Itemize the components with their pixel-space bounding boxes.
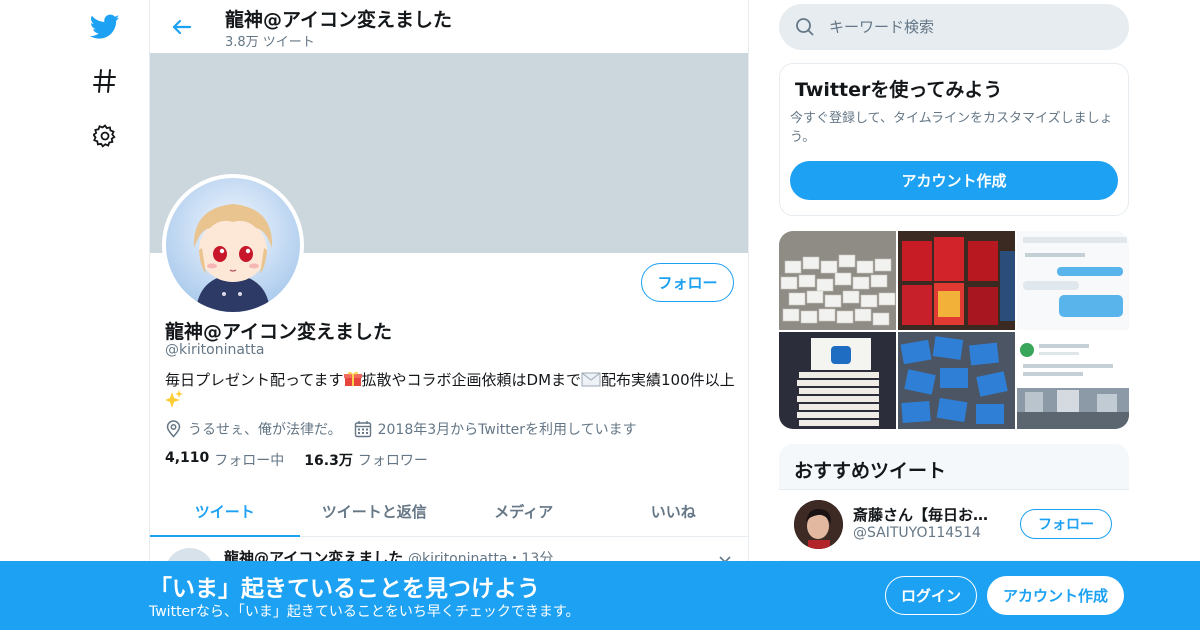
bottom-signup-bar: 「いま」起きていることを見つけよう Twitterなら、「いま」起きていることを… — [0, 561, 1200, 630]
left-nav — [60, 0, 150, 630]
joined-text: 2018年3月からTwitterを利用しています — [377, 422, 637, 438]
tab-tweets[interactable]: ツイート — [150, 486, 300, 537]
bottom-bar-title: 「いま」起きていることを見つけよう — [149, 576, 540, 602]
settings-gear-icon[interactable] — [90, 121, 120, 151]
header-title: 龍神@アイコン変えました — [225, 9, 453, 31]
twitter-bird-icon[interactable] — [90, 12, 120, 42]
bio-text-1: 毎日プレゼント配ってます — [165, 371, 344, 389]
search-icon — [796, 18, 814, 36]
location-item: うるせぇ、俺が法律だ。 — [165, 419, 342, 439]
media-thumbnail[interactable] — [779, 231, 896, 330]
media-thumbnail[interactable] — [779, 332, 896, 429]
recommended-title: おすすめツイート — [794, 460, 947, 482]
twitter-profile-page: 龍神@アイコン変えました 3.8万 ツイート フォロー 龍神@アイコン変えました… — [0, 0, 1200, 630]
tweet-count: 3.8万 ツイート — [225, 35, 315, 50]
profile-tabs: ツイート ツイートと返信 メディア いいね — [150, 486, 748, 537]
signup-card: Twitterを使ってみよう 今すぐ登録して、タイムラインをカスタマイズしましょ… — [779, 63, 1129, 216]
recommended-user-row[interactable]: 斎藤さん【毎日お金... @SAITUYO114514 フォロー — [779, 490, 1129, 560]
profile-meta: うるせぇ、俺が法律だ。 2018年3月からTwitterを利用しています — [165, 419, 649, 439]
media-thumbnail[interactable] — [1017, 231, 1129, 330]
recommended-user-handle: @SAITUYO114514 — [853, 525, 981, 541]
recommended-user-avatar[interactable] — [794, 500, 843, 549]
joined-item: 2018年3月からTwitterを利用しています — [354, 419, 637, 439]
bottom-bar-subtitle: Twitterなら、「いま」起きていることをいち早くチェックできます。 — [149, 604, 580, 620]
following-label[interactable]: フォロー中 — [214, 450, 284, 470]
search-box[interactable] — [779, 4, 1129, 50]
bottom-create-account-button[interactable]: アカウント作成 — [987, 576, 1124, 615]
profile-stats: 4,110 フォロー中 16.3万 フォロワー — [165, 450, 448, 470]
search-input[interactable] — [829, 18, 1099, 36]
profile-bio: 毎日プレゼント配ってます 拡散やコラボ企画依頼はDMまで 配布実績100件以上 — [165, 370, 735, 410]
media-grid — [779, 231, 1129, 429]
tab-media[interactable]: メディア — [449, 486, 599, 536]
location-pin-icon — [166, 420, 181, 438]
media-thumbnail[interactable] — [1017, 332, 1129, 429]
follow-button[interactable]: フォロー — [641, 263, 734, 302]
envelope-emoji-icon — [581, 370, 601, 390]
tab-tweets-replies[interactable]: ツイートと返信 — [300, 486, 450, 536]
media-thumbnail[interactable] — [898, 231, 1015, 330]
tab-likes[interactable]: いいね — [599, 486, 749, 536]
bio-text-3: 配布実績100件以上 — [601, 371, 735, 389]
explore-hash-icon[interactable] — [90, 66, 120, 96]
followers-count[interactable]: 16.3万 — [304, 450, 353, 470]
gift-emoji-icon — [343, 370, 362, 390]
bio-text-2: 拡散やコラボ企画依頼はDMまで — [361, 371, 582, 389]
profile-column: 龍神@アイコン変えました 3.8万 ツイート フォロー 龍神@アイコン変えました… — [149, 0, 749, 630]
create-account-button[interactable]: アカウント作成 — [790, 161, 1118, 200]
sparkles-emoji-icon — [165, 390, 183, 410]
signup-card-title: Twitterを使ってみよう — [795, 79, 1003, 101]
calendar-icon — [354, 421, 371, 438]
followers-label[interactable]: フォロワー — [358, 450, 428, 470]
profile-avatar[interactable] — [162, 174, 304, 316]
profile-handle: @kiritoninatta — [165, 342, 265, 358]
media-thumbnail[interactable] — [898, 332, 1015, 429]
profile-name: 龍神@アイコン変えました — [165, 321, 393, 343]
login-button[interactable]: ログイン — [885, 576, 977, 615]
recommended-follow-button[interactable]: フォロー — [1020, 509, 1112, 539]
location-text: うるせぇ、俺が法律だ。 — [188, 422, 342, 438]
profile-header: 龍神@アイコン変えました 3.8万 ツイート — [150, 0, 748, 53]
signup-card-text: 今すぐ登録して、タイムラインをカスタマイズしましょう。 — [790, 111, 1113, 145]
recommended-user-name[interactable]: 斎藤さん【毎日お金... — [853, 504, 1003, 525]
back-arrow-icon[interactable] — [168, 13, 196, 41]
following-count[interactable]: 4,110 — [165, 450, 209, 470]
